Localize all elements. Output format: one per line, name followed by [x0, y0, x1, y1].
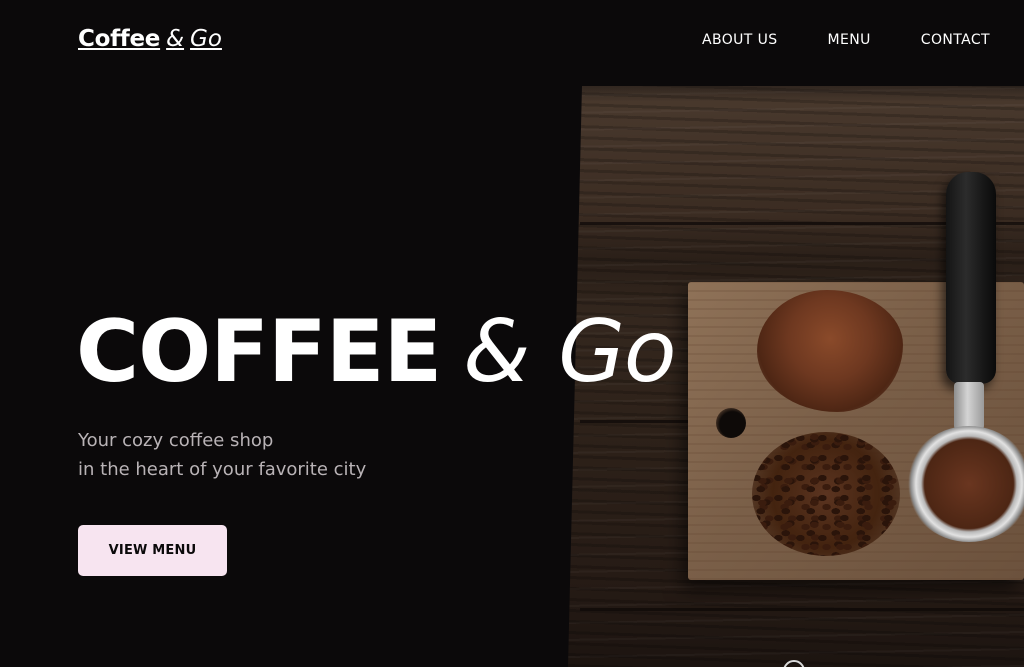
- coffee-beans-pile: [752, 432, 900, 556]
- hero-subtitle: Your cozy coffee shop in the heart of yo…: [78, 426, 366, 484]
- nav-link-menu[interactable]: MENU: [828, 32, 871, 48]
- portafilter-handle: [946, 172, 996, 384]
- nav-link-contact[interactable]: CONTACT: [921, 32, 990, 48]
- wood-plank-seam: [580, 608, 1024, 611]
- hero-subtitle-line-1: Your cozy coffee shop: [78, 430, 274, 451]
- photo-top-fade: [568, 62, 1024, 102]
- logo-word-coffee: Coffee: [78, 26, 161, 52]
- hero-title-main: COFFEE: [76, 302, 442, 402]
- portafilter-neck: [954, 382, 984, 430]
- logo-word-go: Go: [190, 26, 222, 52]
- landing-page: Coffee & Go ABOUT US MENU CONTACT COFFEE & …: [0, 0, 1024, 667]
- hero-title-ampersand: &: [463, 302, 530, 402]
- portafilter-basket: [906, 426, 1024, 542]
- hero-title: COFFEE & Go: [76, 300, 677, 404]
- site-logo[interactable]: Coffee & Go: [78, 26, 222, 52]
- hero-title-italic: Go: [558, 302, 676, 402]
- logo-ampersand: &: [166, 26, 185, 52]
- board-hole: [716, 408, 746, 438]
- main-nav: ABOUT US MENU CONTACT: [702, 32, 990, 48]
- nav-link-about-us[interactable]: ABOUT US: [702, 32, 778, 48]
- hero-subtitle-line-2: in the heart of your favorite city: [78, 459, 367, 480]
- view-menu-button[interactable]: VIEW MENU: [78, 525, 227, 576]
